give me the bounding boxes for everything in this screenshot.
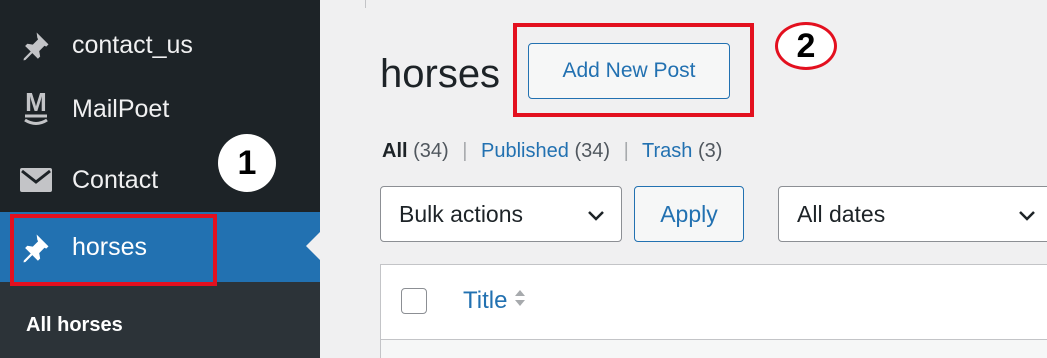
step-marker-2: 2	[775, 22, 837, 70]
bulk-actions-select[interactable]: Bulk actions	[380, 186, 622, 242]
sort-icon	[513, 287, 527, 315]
apply-button[interactable]: Apply	[634, 186, 744, 242]
page-title: horses	[380, 52, 501, 96]
svg-text:M: M	[25, 89, 47, 117]
sidebar-item-label: MailPoet	[72, 94, 170, 123]
envelope-icon	[16, 160, 56, 200]
admin-sidebar: contact_us M MailPoet Contact horses All…	[0, 0, 320, 358]
filter-trash[interactable]: Trash	[642, 140, 692, 162]
filter-published[interactable]: Published	[481, 140, 569, 162]
filter-all[interactable]: All	[382, 140, 408, 162]
filter-separator: |	[623, 140, 629, 162]
divider	[365, 0, 366, 8]
posts-table-header: Title	[380, 264, 1047, 340]
step-marker-1: 1	[218, 134, 276, 192]
sidebar-item-label: Contact	[72, 165, 159, 194]
bulk-actions-value: Bulk actions	[399, 200, 524, 227]
active-menu-arrow	[306, 232, 320, 260]
filter-all-count: (34)	[413, 140, 449, 162]
select-all-checkbox[interactable]	[401, 288, 427, 314]
highlight-box-add-new	[513, 23, 754, 117]
highlight-box-horses	[10, 214, 217, 286]
sidebar-item-contact-us[interactable]: contact_us	[0, 10, 320, 80]
sidebar-item-label: contact_us	[72, 30, 193, 59]
status-filters: All (34) | Published (34) | Trash (3)	[382, 140, 722, 163]
submenu-item-all-horses[interactable]: All horses	[26, 314, 123, 337]
date-filter-select[interactable]: All dates	[778, 186, 1047, 242]
pushpin-icon	[16, 25, 56, 65]
table-row	[380, 340, 1047, 358]
filter-published-count: (34)	[574, 140, 611, 162]
mailpoet-icon: M	[16, 89, 56, 129]
filter-separator: |	[462, 140, 468, 162]
title-column-header[interactable]: Title	[463, 287, 527, 315]
sidebar-item-mailpoet[interactable]: M MailPoet	[0, 74, 320, 144]
date-filter-value: All dates	[797, 200, 886, 227]
sidebar-submenu: All horses	[0, 282, 320, 358]
chevron-down-icon	[585, 204, 607, 232]
title-column-label: Title	[463, 287, 508, 314]
chevron-down-icon	[1016, 204, 1038, 232]
filter-trash-count: (3)	[697, 140, 723, 162]
